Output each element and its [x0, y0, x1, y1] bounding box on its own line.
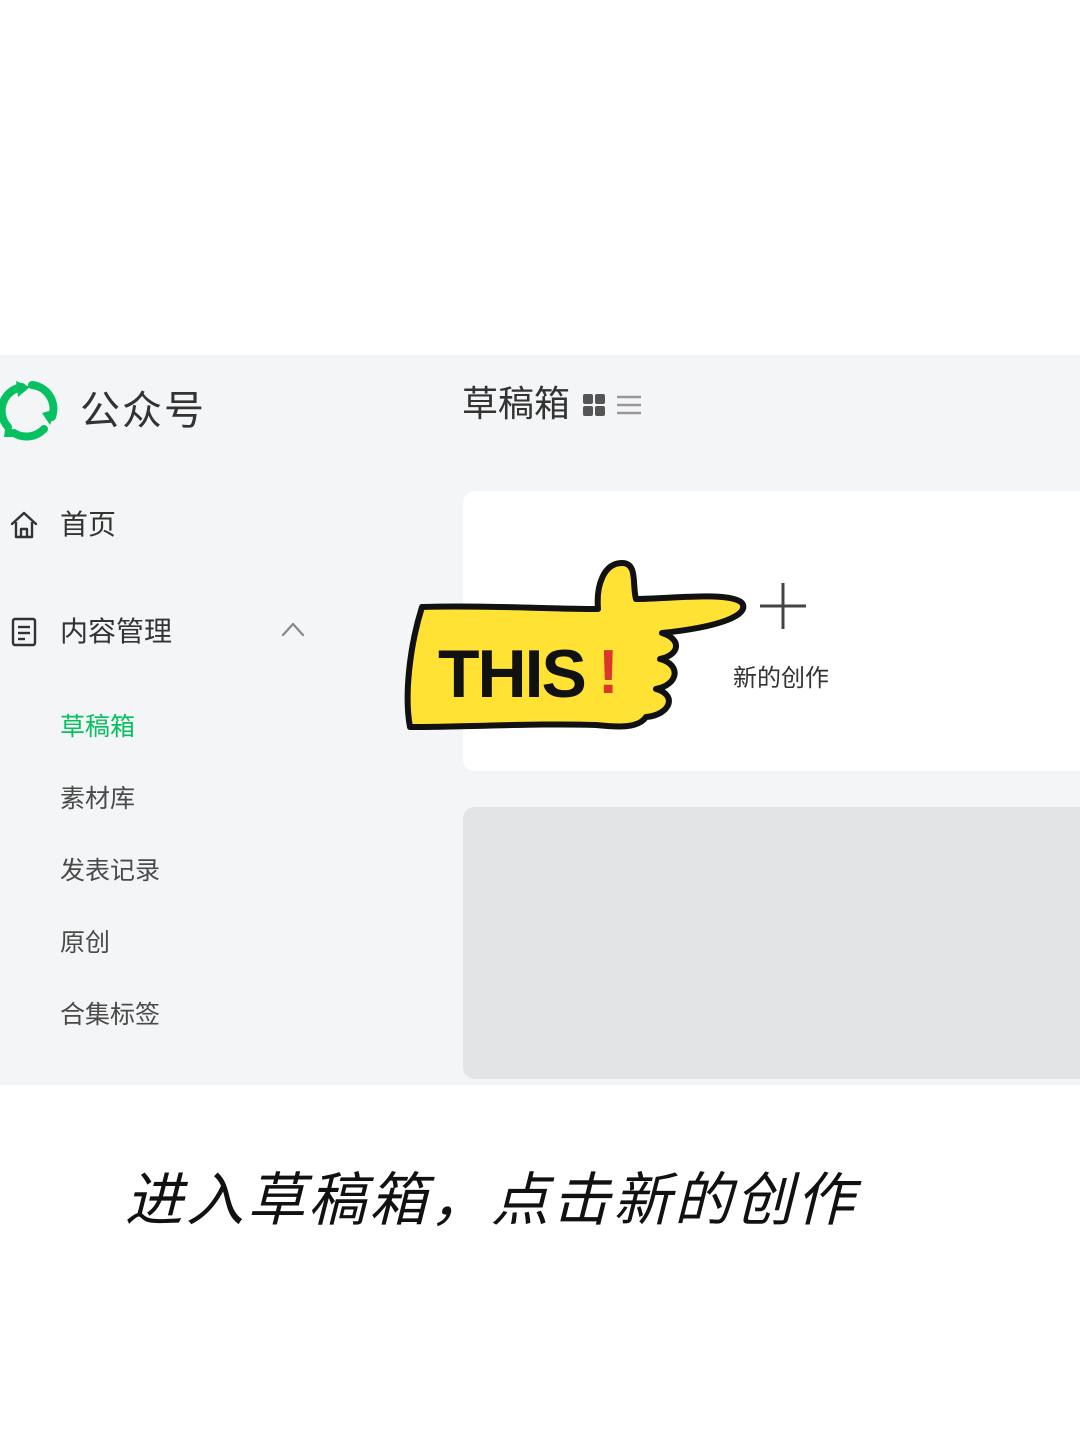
sidebar-item-content-label: 内容管理 [60, 615, 173, 648]
sidebar-subitem-material-library[interactable]: 素材库 [60, 781, 135, 817]
grid-view-icon[interactable] [582, 393, 606, 417]
pointing-hand-icon: THIS ! [404, 560, 747, 730]
sidebar-subitem-collection-tags[interactable]: 合集标签 [60, 997, 160, 1033]
app-brand-name: 公众号 [80, 388, 206, 434]
sidebar-item-home[interactable]: 首页 [8, 505, 116, 545]
sidebar-subitem-drafts[interactable]: 草稿箱 [60, 709, 135, 745]
chevron-up-icon[interactable] [280, 619, 306, 639]
app-logo-icon[interactable] [0, 379, 58, 441]
sidebar-subitem-original[interactable]: 原创 [60, 925, 110, 961]
sidebar-subitem-publish-records[interactable]: 发表记录 [60, 853, 160, 889]
home-icon [10, 511, 38, 539]
sidebar-item-home-label: 首页 [60, 508, 117, 541]
draft-card-placeholder[interactable] [463, 807, 1080, 1079]
pointer-exclamation: ! [598, 638, 619, 707]
instruction-caption: 进入草稿箱，点击新的创作 [125, 1166, 858, 1234]
document-icon [11, 617, 37, 647]
pointer-text: THIS [438, 636, 585, 712]
page-title: 草稿箱 [462, 384, 571, 425]
list-view-icon[interactable] [616, 393, 642, 417]
sidebar-item-content-management[interactable]: 内容管理 [8, 612, 172, 652]
plus-icon [760, 583, 806, 629]
